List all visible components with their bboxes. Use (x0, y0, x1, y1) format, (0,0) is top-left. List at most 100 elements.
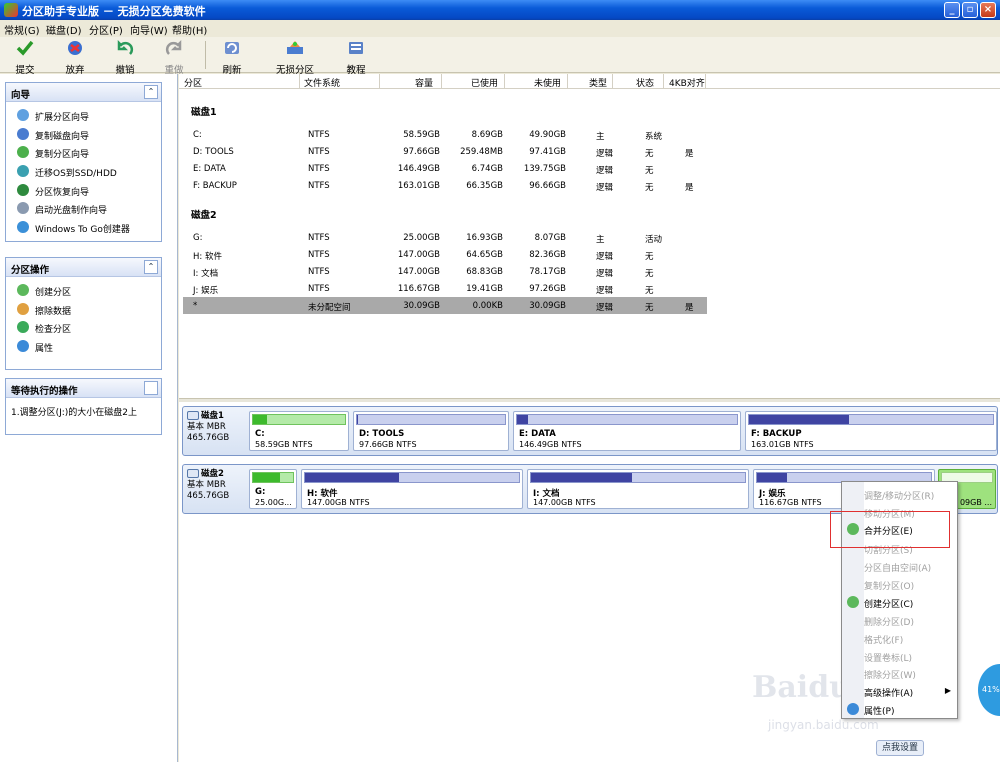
table-row[interactable]: C: NTFS 58.59GB 8.69GB 49.90GB 主 系统 (183, 126, 707, 143)
table-cell: 逻辑 (596, 166, 614, 176)
context-menu-item[interactable]: 高级操作(A) ▶ (842, 682, 957, 700)
wizard-item-migrate-os[interactable]: 迁移OS到SSD/HDD (6, 162, 161, 181)
table-cell: NTFS (308, 164, 330, 174)
menu-general[interactable]: 常规(G) (4, 22, 40, 37)
wizard-item-recovery[interactable]: 分区恢复向导 (6, 181, 161, 200)
context-menu-item[interactable]: 删除分区(D) (842, 611, 957, 629)
context-menu-item[interactable]: 格式化(F) (842, 629, 957, 647)
wizard-item-extend[interactable]: 扩展分区向导 (6, 106, 161, 125)
menu-wizard[interactable]: 向导(W) (130, 22, 168, 37)
migrate-os-icon (17, 165, 29, 178)
partition-ops-panel: 分区操作 ⌃ 创建分区 擦除数据 检查分区 属性 (5, 257, 162, 370)
context-menu-label: 属性(P) (864, 707, 895, 717)
minimize-button[interactable]: _ (944, 2, 960, 18)
title-bar: 分区助手专业版 － 无损分区免费软件 _ ▫ × (0, 0, 1000, 20)
recovery-icon (17, 183, 29, 196)
table-row[interactable]: I: 文档 NTFS 147.00GB 68.83GB 78.17GB 逻辑 无 (183, 263, 707, 280)
menu-partition[interactable]: 分区(P) (89, 22, 123, 37)
col-divider[interactable] (663, 74, 664, 89)
redo-icon (165, 39, 182, 55)
properties-icon (847, 703, 859, 715)
table-cell: 97.66GB (403, 147, 440, 157)
refresh-button[interactable]: 刷新 (222, 39, 242, 76)
menu-help[interactable]: 帮助(H) (172, 22, 207, 37)
wizard-item-windows-to-go[interactable]: Windows To Go创建器 (6, 218, 161, 237)
col-divider[interactable] (504, 74, 505, 89)
col-divider[interactable] (299, 74, 300, 89)
discard-button[interactable]: 放弃 (65, 39, 85, 76)
table-row[interactable]: * 未分配空间 30.09GB 0.00KB 30.09GB 逻辑 无 是 (183, 297, 707, 314)
col-filesystem[interactable]: 文件系统 (304, 76, 340, 89)
op-create-partition[interactable]: 创建分区 (6, 281, 161, 300)
table-cell: 8.69GB (471, 130, 503, 140)
partition-info: 116.67GB NTFS (759, 498, 822, 507)
partition-block[interactable]: E: DATA 146.49GB NTFS (513, 411, 741, 451)
context-menu-item[interactable]: 设置卷标(L) (842, 647, 957, 665)
col-divider[interactable] (612, 74, 613, 89)
col-4k-align[interactable]: 4KB对齐 (669, 76, 705, 89)
partition-block[interactable]: F: BACKUP 163.01GB NTFS (745, 411, 997, 451)
context-menu-item[interactable]: 复制分区(O) (842, 575, 957, 593)
col-divider[interactable] (567, 74, 568, 89)
lossless-partition-button[interactable]: 无损分区 (276, 39, 314, 76)
partition-info: 58.59GB NTFS (255, 440, 313, 449)
collapse-icon[interactable] (144, 381, 158, 395)
close-button[interactable]: × (980, 2, 996, 18)
context-menu-item[interactable]: 调整/移动分区(R) (842, 485, 957, 503)
properties-icon (17, 340, 29, 353)
context-menu-item[interactable]: 分区自由空间(A) (842, 557, 957, 575)
disk1-bar[interactable]: 磁盘1 基本 MBR 465.76GB C: 58.59GB NTFS D: TOO… (182, 406, 998, 456)
col-divider[interactable] (379, 74, 380, 89)
partition-block[interactable]: D: TOOLS 97.66GB NTFS (353, 411, 509, 451)
table-cell: 逻辑 (596, 149, 614, 159)
commit-button[interactable]: 提交 (15, 39, 35, 76)
wizard-item-copy-partition[interactable]: 复制分区向导 (6, 143, 161, 162)
settings-bubble[interactable]: 点我设置 (876, 740, 924, 756)
toolbar-separator (205, 41, 206, 69)
usage-fill (749, 415, 850, 424)
context-menu-item[interactable]: 创建分区(C) (842, 593, 957, 611)
table-cell: 是 (685, 183, 694, 193)
undo-button[interactable]: 撤销 (115, 39, 135, 76)
op-wipe-data[interactable]: 擦除数据 (6, 300, 161, 319)
table-cell: 无 (645, 149, 654, 159)
wizard-panel: 向导 ⌃ 扩展分区向导 复制磁盘向导 复制分区向导 迁移OS到SSD/HDD 分… (5, 82, 162, 242)
table-row[interactable]: J: 娱乐 NTFS 116.67GB 19.41GB 97.26GB 逻辑 无 (183, 280, 707, 297)
context-menu-item[interactable]: 擦除分区(W) (842, 664, 957, 682)
table-row[interactable]: F: BACKUP NTFS 163.01GB 66.35GB 96.66GB 逻辑 无 是 (183, 177, 707, 194)
partition-block[interactable]: H: 软件 147.00GB NTFS (301, 469, 523, 509)
partition-ops-header: 分区操作 ⌃ (6, 258, 161, 277)
table-row[interactable]: E: DATA NTFS 146.49GB 6.74GB 139.75GB 逻辑 无 (183, 160, 707, 177)
col-divider[interactable] (705, 74, 706, 89)
table-cell: 无 (645, 252, 654, 262)
context-menu-item[interactable]: 属性(P) (842, 700, 957, 718)
table-row[interactable]: D: TOOLS NTFS 97.66GB 259.48MB 97.41GB 逻辑 无 是 (183, 143, 707, 160)
wizard-item-boot-disc[interactable]: 启动光盘制作向导 (6, 199, 161, 218)
col-capacity[interactable]: 容量 (415, 76, 433, 89)
collapse-icon[interactable]: ⌃ (144, 85, 158, 99)
tutorial-button[interactable]: 教程 (346, 39, 366, 76)
maximize-button[interactable]: ▫ (962, 2, 978, 18)
col-status[interactable]: 状态 (636, 76, 654, 89)
menu-disk[interactable]: 磁盘(D) (46, 22, 82, 37)
collapse-icon[interactable]: ⌃ (144, 260, 158, 274)
col-type[interactable]: 类型 (589, 76, 607, 89)
col-used[interactable]: 已使用 (471, 76, 498, 89)
table-row[interactable]: H: 软件 NTFS 147.00GB 64.65GB 82.36GB 逻辑 无 (183, 246, 707, 263)
redo-button[interactable]: 重做 (164, 39, 184, 76)
usage-bar (252, 472, 294, 483)
col-partition[interactable]: 分区 (184, 76, 202, 89)
wipe-data-icon (17, 302, 29, 315)
create-partition-icon (847, 596, 859, 608)
col-unused[interactable]: 未使用 (534, 76, 561, 89)
op-check-partition[interactable]: 检查分区 (6, 318, 161, 337)
op-properties[interactable]: 属性 (6, 337, 161, 356)
partition-block[interactable]: G: 25.00G... (249, 469, 297, 509)
partition-block[interactable]: I: 文档 147.00GB NTFS (527, 469, 749, 509)
table-cell: E: DATA (193, 164, 226, 174)
table-row[interactable]: G: NTFS 25.00GB 16.93GB 8.07GB 主 活动 (183, 229, 707, 246)
col-divider[interactable] (441, 74, 442, 89)
partition-block[interactable]: C: 58.59GB NTFS (249, 411, 349, 451)
extend-partition-icon (17, 109, 29, 121)
wizard-item-copy-disk[interactable]: 复制磁盘向导 (6, 125, 161, 144)
